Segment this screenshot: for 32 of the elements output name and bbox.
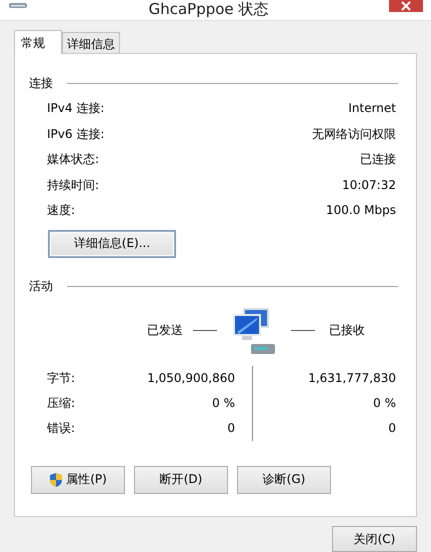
network-icon [8, 0, 28, 10]
field-label: 字节: [47, 370, 76, 386]
received-label: 已接收 [329, 322, 365, 339]
action-button[interactable]: 断开(D) [134, 466, 228, 494]
sent-value: 0 [226, 421, 235, 435]
sent-value: 1,050,900,860 [146, 371, 235, 385]
sent-value: 0 % [211, 396, 235, 410]
tab[interactable]: 常规 [14, 30, 62, 54]
field-label: 错误: [47, 420, 76, 436]
received-value: 0 % [372, 396, 396, 410]
close-button[interactable]: 关闭(C) [332, 526, 417, 552]
received-value: 1,631,777,830 [307, 371, 396, 385]
group-heading: 连接 [29, 75, 53, 92]
received-value: 0 [387, 421, 396, 435]
field-label: IPv6 连接: [47, 126, 104, 142]
field-value: Internet [348, 100, 396, 117]
window-title: GhcaPppoe 状态 [148, 0, 270, 18]
tab[interactable]: 详细信息 [62, 32, 120, 53]
action-button[interactable]: 诊断(G) [237, 466, 331, 494]
field-value: 已连接 [360, 151, 396, 168]
field-label: 持续时间: [47, 176, 100, 194]
field-value: 100.0 Mbps [326, 202, 396, 219]
field-label: 速度: [47, 202, 76, 219]
field-value: 无网络访问权限 [312, 126, 396, 142]
action-button[interactable]: 属性(P) [31, 466, 125, 494]
group-heading: 活动 [29, 278, 53, 294]
field-label: 压缩: [47, 394, 76, 412]
details-button[interactable]: 详细信息(E)... [49, 230, 175, 256]
field-label: 媒体状态: [47, 151, 100, 168]
sent-label: 已发送 [147, 322, 184, 339]
field-label: IPv4 连接: [47, 100, 104, 117]
field-value: 10:07:32 [342, 176, 396, 194]
